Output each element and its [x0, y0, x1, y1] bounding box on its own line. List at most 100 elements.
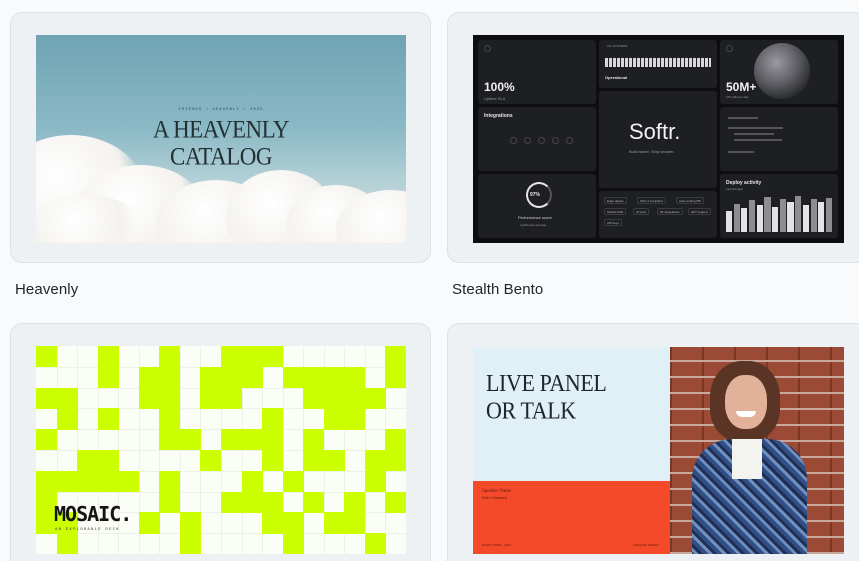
mosaic-tile	[323, 512, 345, 534]
template-caption-stealth-bento[interactable]: Stealth Bento	[452, 281, 543, 298]
deploy-bar	[749, 199, 756, 232]
deploy-bar	[741, 208, 748, 232]
mosaic-tile	[159, 429, 181, 451]
deploy-bar	[733, 203, 740, 232]
mosaic-tile	[303, 429, 325, 451]
mosaic-tile	[159, 346, 181, 368]
mosaic-tile	[282, 470, 304, 493]
deploy-bar	[825, 197, 832, 232]
mosaic-tile	[56, 470, 78, 493]
mosaic-tile	[200, 387, 222, 409]
mosaic-tile	[323, 387, 345, 409]
deploy-bar-chart	[726, 194, 832, 232]
mosaic-tile	[303, 491, 325, 513]
mosaic-tile	[344, 387, 366, 409]
performance-tile: 97% Performance score Lighthouse average	[478, 174, 596, 238]
mosaic-tile	[97, 408, 119, 430]
mosaic-tile	[282, 366, 304, 389]
template-card-live-panel[interactable]: LIVE PANEL OR TALK Speaker Name Role / C…	[447, 323, 859, 561]
mosaic-tile	[241, 429, 263, 451]
template-thumbnail-heavenly: FRIENDS / HEAVENLY / 2025 A HEAVENLY CAT…	[36, 35, 406, 243]
slide-title: A HEAVENLY CATALOG	[152, 114, 290, 170]
mosaic-tile	[97, 450, 119, 472]
deploy-bar	[779, 198, 786, 232]
mosaic-tile	[323, 450, 345, 472]
mosaic-tile	[159, 387, 181, 409]
mosaic-tile	[364, 387, 386, 409]
mosaic-tile	[159, 408, 181, 430]
template-gallery: FRIENDS / HEAVENLY / 2025 A HEAVENLY CAT…	[0, 0, 859, 561]
mosaic-tile	[241, 491, 263, 513]
mosaic-tile	[364, 450, 386, 472]
mosaic-tile	[221, 346, 243, 368]
mosaic-tile	[36, 387, 58, 409]
mosaic-tile	[241, 366, 263, 389]
mosaic-tile	[262, 512, 284, 534]
speaker-photo	[670, 347, 844, 554]
mosaic-tile	[200, 366, 222, 389]
deploy-bar	[772, 206, 779, 232]
globe-tile: 50M+ API calls per day	[720, 40, 838, 104]
deploy-bar	[726, 211, 733, 232]
mosaic-tile	[262, 491, 284, 513]
mosaic-tile	[36, 429, 58, 451]
deploy-bar	[756, 205, 763, 232]
mosaic-tile	[97, 366, 119, 389]
template-caption-heavenly[interactable]: Heavenly	[15, 281, 78, 298]
features-tile: Edge deploy SOC 2 compliant Auto-scaling…	[599, 191, 717, 238]
mosaic-tile	[282, 512, 304, 534]
template-card-mosaic[interactable]: MOSAIC. AN EXPLORABLE DECK	[10, 323, 431, 561]
mosaic-tile	[221, 387, 243, 409]
mosaic-tile	[303, 450, 325, 472]
mosaic-tile	[56, 408, 78, 430]
mosaic-tile	[385, 491, 406, 513]
mosaic-tile	[221, 429, 243, 451]
mosaic-tile	[262, 429, 284, 451]
slide-footer-left: EVENT NAME · 2025	[482, 543, 511, 547]
mosaic-tile	[221, 366, 243, 389]
mosaic-tile	[159, 470, 181, 493]
deploy-tile: Deploy activity Last 30 days	[720, 174, 838, 238]
mosaic-tile	[221, 491, 243, 513]
mosaic-tile	[159, 491, 181, 513]
speaker-role: Role / Company	[482, 496, 508, 500]
mosaic-tile	[200, 450, 222, 472]
stat-tile-uptime: 100% Uptime SLA	[478, 40, 596, 104]
mosaic-tile	[36, 470, 58, 493]
mosaic-tile	[241, 470, 263, 493]
mosaic-tile	[97, 470, 119, 493]
template-card-heavenly[interactable]: FRIENDS / HEAVENLY / 2025 A HEAVENLY CAT…	[10, 12, 431, 263]
mosaic-tile	[262, 346, 284, 368]
mosaic-tile	[138, 387, 160, 409]
mosaic-tile	[385, 429, 406, 451]
mosaic-tile	[323, 408, 345, 430]
mosaic-tile	[385, 346, 406, 368]
mosaic-tile	[56, 387, 78, 409]
mosaic-tile	[77, 470, 99, 493]
mosaic-tile	[179, 533, 201, 554]
template-thumbnail-live-panel: LIVE PANEL OR TALK Speaker Name Role / C…	[473, 347, 844, 554]
mosaic-tile	[138, 512, 160, 534]
speaker-name: Speaker Name	[482, 489, 512, 494]
mosaic-tile	[344, 408, 366, 430]
mosaic-tile	[303, 366, 325, 389]
mosaic-tile	[97, 346, 119, 368]
mosaic-tile	[118, 470, 140, 493]
mosaic-tile	[364, 533, 386, 554]
brand-tile: Softr. Build faster. Ship smarter.	[599, 91, 717, 188]
mosaic-tile	[364, 470, 386, 493]
deploy-bar	[787, 202, 794, 232]
mosaic-tile	[303, 387, 325, 409]
mosaic-tile	[179, 429, 201, 451]
slide-footer-right: SPEAKER SERIES	[633, 543, 660, 547]
slide-title: MOSAIC.	[54, 502, 132, 526]
template-thumbnail-stealth-bento: 100% Uptime SLA Integrations 97% Perform…	[473, 35, 844, 243]
mosaic-tile	[262, 408, 284, 430]
mosaic-tile	[262, 450, 284, 472]
deploy-bar	[818, 201, 825, 232]
deploy-bar	[810, 199, 817, 232]
mosaic-tile	[344, 512, 366, 534]
slide-kicker: FRIENDS / HEAVENLY / 2025	[178, 108, 264, 112]
deploy-bar	[802, 204, 809, 232]
template-card-stealth-bento[interactable]: 100% Uptime SLA Integrations 97% Perform…	[447, 12, 859, 263]
